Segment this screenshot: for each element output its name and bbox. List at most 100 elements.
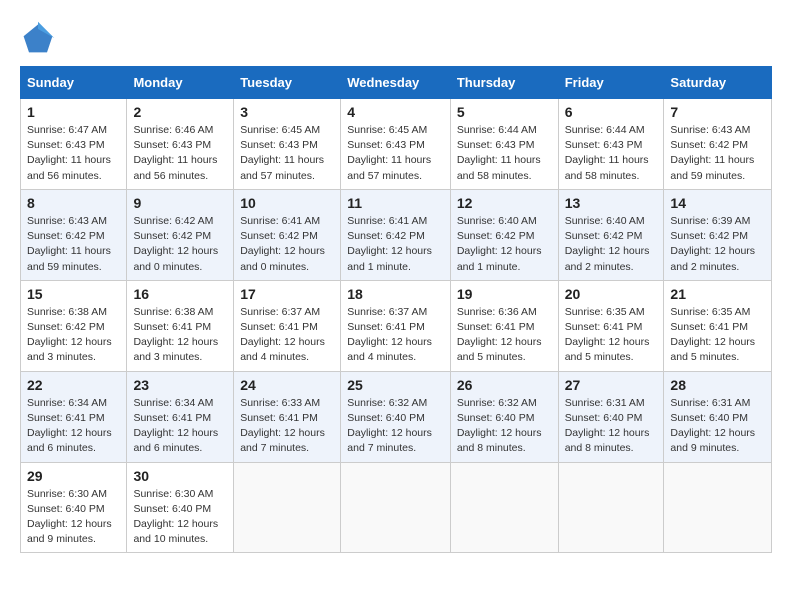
calendar-header: SundayMondayTuesdayWednesdayThursdayFrid…	[21, 67, 772, 99]
day-info: Sunrise: 6:30 AMSunset: 6:40 PMDaylight:…	[133, 487, 227, 548]
day-number: 21	[670, 286, 765, 302]
calendar-cell: 29Sunrise: 6:30 AMSunset: 6:40 PMDayligh…	[21, 462, 127, 553]
day-number: 13	[565, 195, 658, 211]
day-info: Sunrise: 6:34 AMSunset: 6:41 PMDaylight:…	[133, 396, 227, 457]
calendar-week-3: 15 Sunrise: 6:38 AMSunset: 6:42 PMDayligh…	[21, 280, 772, 371]
calendar-cell: 24 Sunrise: 6:33 AMSunset: 6:41 PMDayligh…	[234, 371, 341, 462]
calendar-cell: 28 Sunrise: 6:31 AMSunset: 6:40 PMDayligh…	[664, 371, 772, 462]
calendar-cell: 7Sunrise: 6:43 AMSunset: 6:42 PMDaylight…	[664, 99, 772, 190]
day-number: 1	[27, 104, 120, 120]
day-number: 5	[457, 104, 552, 120]
day-number: 27	[565, 377, 658, 393]
header-wednesday: Wednesday	[341, 67, 451, 99]
header-tuesday: Tuesday	[234, 67, 341, 99]
calendar-cell: 20 Sunrise: 6:35 AMSunset: 6:41 PMDayligh…	[558, 280, 664, 371]
day-number: 24	[240, 377, 334, 393]
day-info: Sunrise: 6:32 AMSunset: 6:40 PMDaylight:…	[457, 396, 552, 457]
day-number: 18	[347, 286, 444, 302]
calendar-cell: 18 Sunrise: 6:37 AMSunset: 6:41 PMDayligh…	[341, 280, 451, 371]
calendar-cell: 27Sunrise: 6:31 AMSunset: 6:40 PMDayligh…	[558, 371, 664, 462]
day-number: 6	[565, 104, 658, 120]
calendar-cell: 17 Sunrise: 6:37 AMSunset: 6:41 PMDayligh…	[234, 280, 341, 371]
day-number: 19	[457, 286, 552, 302]
day-number: 9	[133, 195, 227, 211]
calendar-cell: 22 Sunrise: 6:34 AMSunset: 6:41 PMDayligh…	[21, 371, 127, 462]
day-number: 30	[133, 468, 227, 484]
calendar-cell	[450, 462, 558, 553]
logo-icon	[20, 20, 56, 56]
day-info: Sunrise: 6:35 AMSunset: 6:41 PMDaylight:…	[565, 305, 658, 366]
day-number: 3	[240, 104, 334, 120]
calendar-cell: 12 Sunrise: 6:40 AMSunset: 6:42 PMDayligh…	[450, 189, 558, 280]
day-number: 11	[347, 195, 444, 211]
header-thursday: Thursday	[450, 67, 558, 99]
calendar-cell: 2Sunrise: 6:46 AMSunset: 6:43 PMDaylight…	[127, 99, 234, 190]
calendar-body: 1 Sunrise: 6:47 AMSunset: 6:43 PMDaylight…	[21, 99, 772, 553]
day-info: Sunrise: 6:32 AMSunset: 6:40 PMDaylight:…	[347, 396, 444, 457]
day-info: Sunrise: 6:41 AMSunset: 6:42 PMDaylight:…	[347, 214, 444, 275]
day-info: Sunrise: 6:30 AMSunset: 6:40 PMDaylight:…	[27, 487, 120, 548]
day-number: 15	[27, 286, 120, 302]
day-info: Sunrise: 6:45 AMSunset: 6:43 PMDaylight:…	[347, 123, 444, 184]
calendar-week-1: 1 Sunrise: 6:47 AMSunset: 6:43 PMDaylight…	[21, 99, 772, 190]
logo	[20, 20, 62, 56]
calendar-cell: 9Sunrise: 6:42 AMSunset: 6:42 PMDaylight…	[127, 189, 234, 280]
day-number: 14	[670, 195, 765, 211]
day-info: Sunrise: 6:37 AMSunset: 6:41 PMDaylight:…	[240, 305, 334, 366]
calendar-week-5: 29Sunrise: 6:30 AMSunset: 6:40 PMDayligh…	[21, 462, 772, 553]
calendar-cell: 11 Sunrise: 6:41 AMSunset: 6:42 PMDayligh…	[341, 189, 451, 280]
day-info: Sunrise: 6:46 AMSunset: 6:43 PMDaylight:…	[133, 123, 227, 184]
day-number: 7	[670, 104, 765, 120]
calendar-cell: 8 Sunrise: 6:43 AMSunset: 6:42 PMDaylight…	[21, 189, 127, 280]
day-number: 25	[347, 377, 444, 393]
calendar-cell: 4 Sunrise: 6:45 AMSunset: 6:43 PMDaylight…	[341, 99, 451, 190]
day-info: Sunrise: 6:34 AMSunset: 6:41 PMDaylight:…	[27, 396, 120, 457]
header-sunday: Sunday	[21, 67, 127, 99]
day-info: Sunrise: 6:31 AMSunset: 6:40 PMDaylight:…	[670, 396, 765, 457]
header-friday: Friday	[558, 67, 664, 99]
day-number: 16	[133, 286, 227, 302]
day-number: 10	[240, 195, 334, 211]
day-info: Sunrise: 6:38 AMSunset: 6:42 PMDaylight:…	[27, 305, 120, 366]
calendar-week-2: 8 Sunrise: 6:43 AMSunset: 6:42 PMDaylight…	[21, 189, 772, 280]
calendar-cell: 21Sunrise: 6:35 AMSunset: 6:41 PMDayligh…	[664, 280, 772, 371]
calendar-cell	[558, 462, 664, 553]
calendar-cell: 25 Sunrise: 6:32 AMSunset: 6:40 PMDayligh…	[341, 371, 451, 462]
calendar-cell: 16 Sunrise: 6:38 AMSunset: 6:41 PMDayligh…	[127, 280, 234, 371]
calendar-cell: 30 Sunrise: 6:30 AMSunset: 6:40 PMDayligh…	[127, 462, 234, 553]
day-number: 22	[27, 377, 120, 393]
day-number: 28	[670, 377, 765, 393]
day-info: Sunrise: 6:43 AMSunset: 6:42 PMDaylight:…	[27, 214, 120, 275]
calendar-cell: 5Sunrise: 6:44 AMSunset: 6:43 PMDaylight…	[450, 99, 558, 190]
calendar-table: SundayMondayTuesdayWednesdayThursdayFrid…	[20, 66, 772, 553]
day-info: Sunrise: 6:41 AMSunset: 6:42 PMDaylight:…	[240, 214, 334, 275]
calendar-cell: 3Sunrise: 6:45 AMSunset: 6:43 PMDaylight…	[234, 99, 341, 190]
day-number: 26	[457, 377, 552, 393]
day-info: Sunrise: 6:40 AMSunset: 6:42 PMDaylight:…	[457, 214, 552, 275]
calendar-cell: 13 Sunrise: 6:40 AMSunset: 6:42 PMDayligh…	[558, 189, 664, 280]
day-info: Sunrise: 6:38 AMSunset: 6:41 PMDaylight:…	[133, 305, 227, 366]
day-number: 20	[565, 286, 658, 302]
day-info: Sunrise: 6:44 AMSunset: 6:43 PMDaylight:…	[565, 123, 658, 184]
calendar-cell: 1 Sunrise: 6:47 AMSunset: 6:43 PMDaylight…	[21, 99, 127, 190]
header-saturday: Saturday	[664, 67, 772, 99]
day-info: Sunrise: 6:37 AMSunset: 6:41 PMDaylight:…	[347, 305, 444, 366]
header-row: SundayMondayTuesdayWednesdayThursdayFrid…	[21, 67, 772, 99]
calendar-cell: 15 Sunrise: 6:38 AMSunset: 6:42 PMDayligh…	[21, 280, 127, 371]
day-number: 12	[457, 195, 552, 211]
calendar-cell	[664, 462, 772, 553]
day-number: 8	[27, 195, 120, 211]
day-info: Sunrise: 6:36 AMSunset: 6:41 PMDaylight:…	[457, 305, 552, 366]
calendar-cell: 19 Sunrise: 6:36 AMSunset: 6:41 PMDayligh…	[450, 280, 558, 371]
day-info: Sunrise: 6:40 AMSunset: 6:42 PMDaylight:…	[565, 214, 658, 275]
calendar-cell	[234, 462, 341, 553]
calendar-cell: 6 Sunrise: 6:44 AMSunset: 6:43 PMDaylight…	[558, 99, 664, 190]
day-number: 4	[347, 104, 444, 120]
day-info: Sunrise: 6:47 AMSunset: 6:43 PMDaylight:…	[27, 123, 120, 184]
day-number: 17	[240, 286, 334, 302]
calendar-cell: 26 Sunrise: 6:32 AMSunset: 6:40 PMDayligh…	[450, 371, 558, 462]
calendar-cell: 10 Sunrise: 6:41 AMSunset: 6:42 PMDayligh…	[234, 189, 341, 280]
calendar-cell: 14Sunrise: 6:39 AMSunset: 6:42 PMDayligh…	[664, 189, 772, 280]
day-info: Sunrise: 6:33 AMSunset: 6:41 PMDaylight:…	[240, 396, 334, 457]
page-header	[20, 20, 772, 56]
